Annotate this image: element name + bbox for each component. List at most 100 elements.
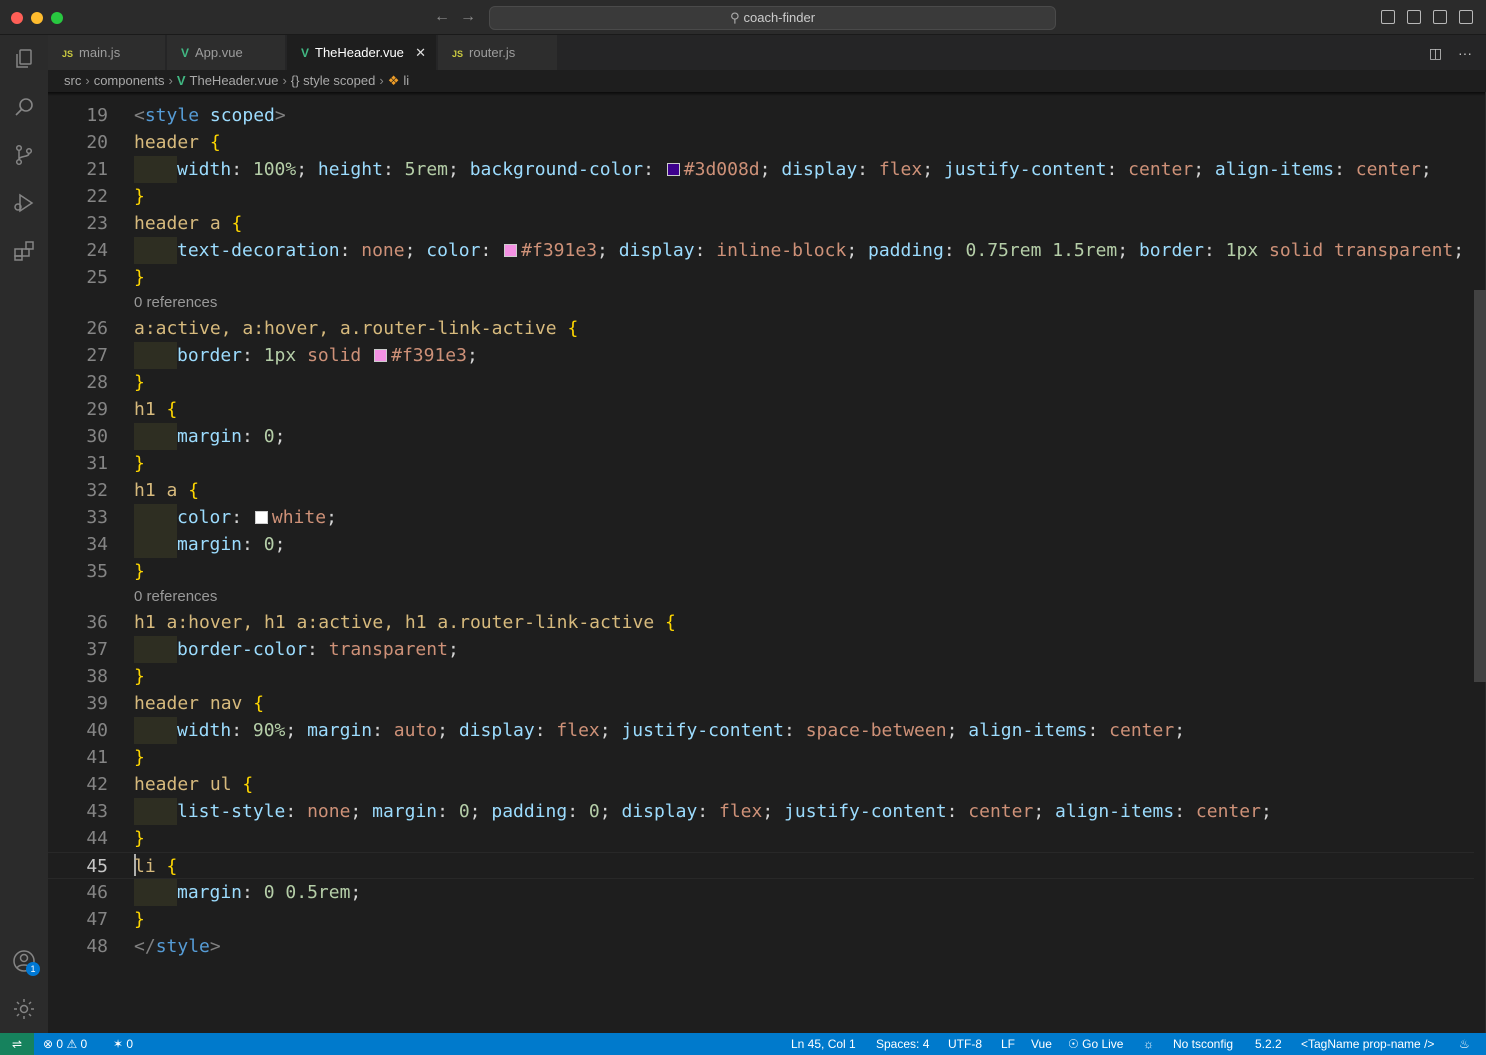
tab-router-js[interactable]: JS router.js <box>438 35 558 70</box>
code-line[interactable]: 40 width: 90%; margin: auto; display: fle… <box>48 717 1474 744</box>
line-number: 24 <box>86 240 108 261</box>
code-line[interactable]: 47} <box>48 906 1474 933</box>
code-line[interactable]: 30 margin: 0; <box>48 423 1474 450</box>
more-actions-icon[interactable]: ··· <box>1458 45 1472 61</box>
go-live-label: Go Live <box>1082 1037 1124 1051</box>
breadcrumb-item[interactable]: TheHeader.vue <box>190 73 279 88</box>
code-line[interactable]: 44} <box>48 825 1474 852</box>
tab-app-vue[interactable]: V App.vue <box>167 35 286 70</box>
toggle-primary-sidebar-icon[interactable] <box>1381 10 1395 24</box>
code-line[interactable]: 35} <box>48 558 1474 585</box>
scroll-shadow <box>48 92 1486 96</box>
minimize-window-button[interactable] <box>31 12 43 24</box>
indentation[interactable]: Spaces: 4 <box>876 1033 929 1055</box>
line-content: } <box>134 747 145 768</box>
source-control-icon[interactable] <box>12 143 36 167</box>
breadcrumb-item[interactable]: li <box>403 73 409 88</box>
code-line[interactable]: 22} <box>48 183 1474 210</box>
language-mode[interactable]: Vue <box>1031 1033 1052 1055</box>
code-line[interactable]: 37 border-color: transparent; <box>48 636 1474 663</box>
notifications-bell-icon[interactable]: ♨ <box>1459 1033 1470 1055</box>
line-number: 41 <box>86 747 108 768</box>
line-number: 37 <box>86 639 108 660</box>
close-window-button[interactable] <box>11 12 23 24</box>
line-number: 47 <box>86 909 108 930</box>
run-debug-icon[interactable] <box>12 191 36 215</box>
manage-gear-icon[interactable] <box>12 997 36 1021</box>
accounts-badge: 1 <box>26 962 40 976</box>
code-line[interactable]: 36 h1 a:hover, h1 a:active, h1 a.router-l… <box>48 609 1474 636</box>
forward-arrow-icon[interactable]: → <box>460 8 476 26</box>
problems-indicator[interactable]: ⊗ 0 ⚠ 0 <box>43 1033 87 1055</box>
toggle-secondary-sidebar-icon[interactable] <box>1433 10 1447 24</box>
code-line[interactable]: 28} <box>48 369 1474 396</box>
end-of-line[interactable]: LF <box>1001 1033 1015 1055</box>
line-content: header a { <box>134 213 243 234</box>
tab-theheader-vue[interactable]: V TheHeader.vue ✕ <box>287 35 437 70</box>
customize-layout-icon[interactable] <box>1459 10 1473 24</box>
maximize-window-button[interactable] <box>51 12 63 24</box>
code-line[interactable]: 32 h1 a { <box>48 477 1474 504</box>
line-content: } <box>134 372 145 393</box>
line-number: 23 <box>86 213 108 234</box>
color-swatch[interactable] <box>374 349 388 362</box>
breadcrumb-item[interactable]: src <box>64 73 81 88</box>
code-line[interactable]: 42 header ul { <box>48 771 1474 798</box>
color-swatch[interactable] <box>666 163 680 176</box>
code-editor[interactable]: 19 <style scoped> 20 header { 21 width: 100… <box>48 92 1486 1033</box>
code-line[interactable]: 34 margin: 0; <box>48 531 1474 558</box>
color-swatch[interactable] <box>254 511 268 524</box>
line-number: 27 <box>86 345 108 366</box>
code-line[interactable]: 21 width: 100%; height: 5rem; background-… <box>48 156 1474 183</box>
encoding[interactable]: UTF-8 <box>948 1033 982 1055</box>
ports-indicator[interactable]: ✶ 0 <box>113 1033 133 1055</box>
breadcrumb-item[interactable]: {} style scoped <box>291 73 376 88</box>
close-tab-icon[interactable]: ✕ <box>415 35 426 70</box>
split-editor-icon[interactable]: ◫ <box>1429 45 1442 61</box>
line-content: </style> <box>134 936 221 957</box>
remote-indicator-icon[interactable]: ⇌ <box>0 1033 34 1055</box>
toggle-panel-icon[interactable] <box>1407 10 1421 24</box>
tab-main-js[interactable]: JS main.js <box>48 35 166 70</box>
typescript-version[interactable]: 5.2.2 <box>1255 1033 1282 1055</box>
explorer-icon[interactable] <box>12 47 36 71</box>
command-center-search[interactable]: ⚲ coach-finder <box>489 6 1056 30</box>
code-line[interactable]: 31} <box>48 450 1474 477</box>
line-number: 45 <box>86 856 108 877</box>
search-icon: ⚲ <box>729 10 740 25</box>
vertical-scrollbar[interactable] <box>1474 290 1486 682</box>
code-line[interactable]: 23 header a { <box>48 210 1474 237</box>
code-line[interactable]: 24 text-decoration: none; color: #f391e3;… <box>48 237 1474 264</box>
code-line[interactable]: 38} <box>48 663 1474 690</box>
workspace-name: coach-finder <box>743 10 816 25</box>
code-line[interactable]: 39 header nav { <box>48 690 1474 717</box>
code-line[interactable]: 46 margin: 0 0.5rem; <box>48 879 1474 906</box>
color-swatch[interactable] <box>504 244 518 257</box>
code-line[interactable]: 33 color: white; <box>48 504 1474 531</box>
tag-name-format[interactable]: <TagName prop-name /> <box>1301 1033 1434 1055</box>
code-line[interactable]: 20 header { <box>48 129 1474 156</box>
code-line[interactable]: 27 border: 1px solid #f391e3; <box>48 342 1474 369</box>
breadcrumb: src › components › V TheHeader.vue ›{} style s… <box>48 70 1486 92</box>
code-line[interactable]: 29 h1 { <box>48 396 1474 423</box>
code-line[interactable]: 43 list-style: none; margin: 0; padding: … <box>48 798 1474 825</box>
search-icon[interactable] <box>12 95 36 119</box>
breadcrumb-item[interactable]: components <box>94 73 165 88</box>
line-content: border: 1px solid #f391e3; <box>134 342 478 369</box>
code-line[interactable]: 41} <box>48 744 1474 771</box>
code-line[interactable]: 48 </style> <box>48 933 1474 960</box>
extensions-icon[interactable] <box>12 239 36 263</box>
cursor-position[interactable]: Ln 45, Col 1 <box>791 1033 856 1055</box>
back-arrow-icon[interactable]: ← <box>434 8 450 26</box>
references-codelens[interactable]: 0 references <box>134 585 217 609</box>
references-codelens[interactable]: 0 references <box>134 291 217 315</box>
line-number: 42 <box>86 774 108 795</box>
code-line[interactable]: 26 a:active, a:hover, a.router-link-activ… <box>48 315 1474 342</box>
code-line[interactable]: 25} <box>48 264 1474 291</box>
code-line-current[interactable]: 45 li { <box>48 852 1474 879</box>
line-content: header nav { <box>134 693 265 714</box>
code-line[interactable]: 19 <style scoped> <box>48 102 1474 129</box>
settings-sync-icon[interactable]: ☼ <box>1143 1033 1154 1055</box>
tsconfig-status[interactable]: No tsconfig <box>1173 1033 1233 1055</box>
go-live-button[interactable]: ☉ Go Live <box>1068 1033 1123 1055</box>
